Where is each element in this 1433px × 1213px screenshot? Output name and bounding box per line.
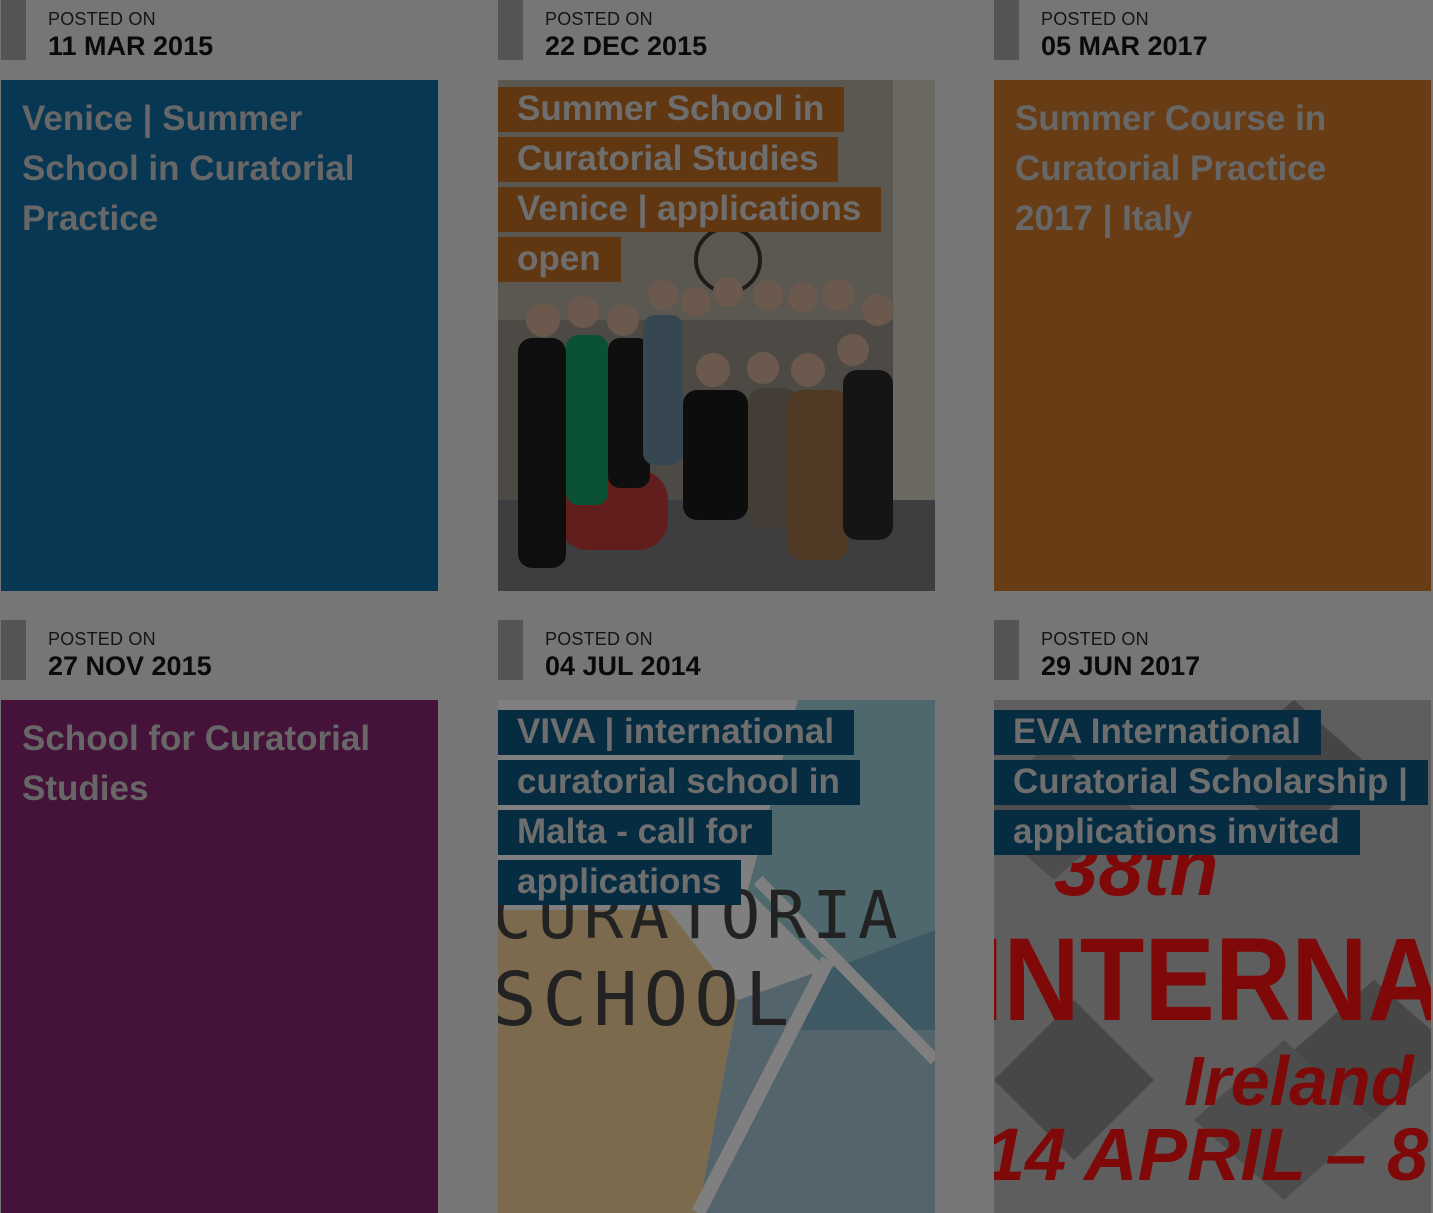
meta-accent-bar (1, 0, 26, 60)
post-title[interactable]: School for Curatorial Studies (22, 714, 402, 814)
post-title[interactable]: EVA International Curatorial Scholarship… (994, 707, 1431, 857)
post-card[interactable]: POSTED ON 22 DEC 2015 Summer School in C… (498, 0, 935, 591)
post-meta: POSTED ON 11 MAR 2015 (1, 0, 438, 80)
posted-on-label: POSTED ON (545, 9, 653, 29)
meta-accent-bar (994, 620, 1019, 680)
posted-on-label: POSTED ON (1041, 629, 1149, 649)
image-text-international: INTERNA (994, 914, 1431, 1046)
post-tile[interactable]: Venice | Summer School in Curatorial Pra… (1, 80, 438, 591)
post-grid: POSTED ON 11 MAR 2015 Venice | Summer Sc… (0, 0, 1433, 1213)
post-meta: POSTED ON 22 DEC 2015 (498, 0, 935, 80)
image-text-school: SCHOOL (498, 957, 795, 1043)
post-card[interactable]: POSTED ON 11 MAR 2015 Venice | Summer Sc… (1, 0, 438, 591)
posted-on-label: POSTED ON (1041, 9, 1149, 29)
post-meta: POSTED ON 04 JUL 2014 (498, 620, 935, 700)
meta-accent-bar (498, 0, 523, 60)
post-title[interactable]: Venice | Summer School in Curatorial Pra… (22, 94, 402, 244)
meta-accent-bar (994, 0, 1019, 60)
posted-on-label: POSTED ON (48, 9, 156, 29)
posted-on-label: POSTED ON (48, 629, 156, 649)
post-date: 27 NOV 2015 (48, 651, 212, 681)
post-date: 11 MAR 2015 (48, 31, 214, 61)
post-tile[interactable]: School for Curatorial Studies (1, 700, 438, 1213)
image-text-ireland: Ireland (1184, 1042, 1415, 1120)
post-tile[interactable]: 38th INTERNA Ireland 14 APRIL – 8 EVA In… (994, 700, 1431, 1213)
post-date: 05 MAR 2017 (1041, 31, 1208, 61)
image-text-dates: 14 APRIL – 8 (994, 1113, 1429, 1196)
meta-accent-bar (1, 620, 26, 680)
post-title[interactable]: VIVA | international curatorial school i… (498, 707, 935, 907)
post-title[interactable]: Summer School in Curatorial Studies Veni… (498, 84, 935, 284)
meta-accent-bar (498, 620, 523, 680)
post-tile[interactable]: Summer School in Curatorial Studies Veni… (498, 80, 935, 591)
post-date: 29 JUN 2017 (1041, 651, 1201, 681)
post-card[interactable]: POSTED ON 29 JUN 2017 38th INTERNA Irela… (994, 620, 1431, 1213)
post-tile[interactable]: Summer Course in Curatorial Practice 201… (994, 80, 1431, 591)
posted-on-label: POSTED ON (545, 629, 653, 649)
post-title[interactable]: Summer Course in Curatorial Practice 201… (1015, 94, 1395, 244)
post-meta: POSTED ON 29 JUN 2017 (994, 620, 1431, 700)
post-card[interactable]: POSTED ON 05 MAR 2017 Summer Course in C… (994, 0, 1431, 591)
post-meta: POSTED ON 27 NOV 2015 (1, 620, 438, 700)
post-meta: POSTED ON 05 MAR 2017 (994, 0, 1431, 80)
post-tile[interactable]: CURATORIA SCHOOL VIVA | international cu… (498, 700, 935, 1213)
post-card[interactable]: POSTED ON 27 NOV 2015 School for Curator… (1, 620, 438, 1213)
post-date: 22 DEC 2015 (545, 31, 708, 61)
post-date: 04 JUL 2014 (545, 651, 701, 681)
post-card[interactable]: POSTED ON 04 JUL 2014 CURATORIA SCHOOL V… (498, 620, 935, 1213)
